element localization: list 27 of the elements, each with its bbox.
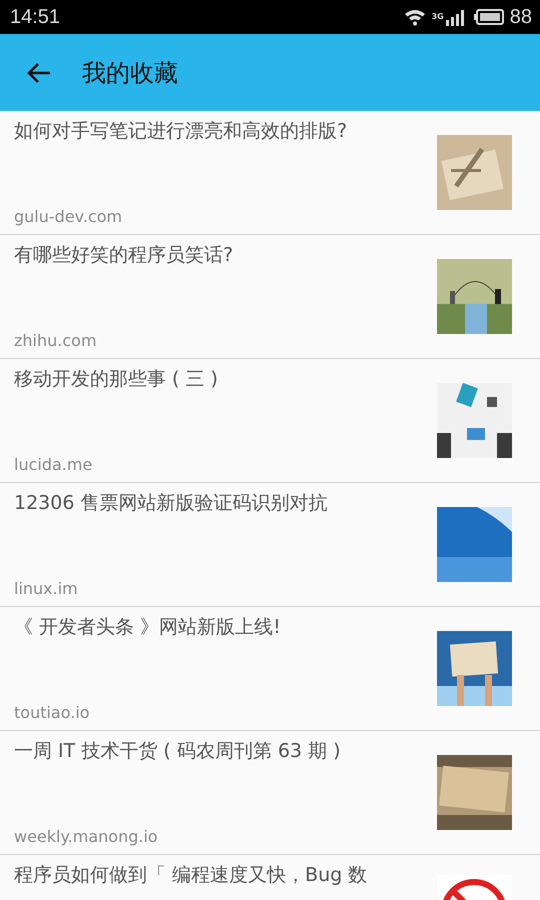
favorite-item[interactable]: 程序员如何做到「 编程速度又快，Bug 数 — [0, 855, 540, 900]
favorite-item[interactable]: 《 开发者头条 》网站新版上线! toutiao.io — [0, 607, 540, 731]
clock: 14:51 — [10, 6, 60, 28]
item-source: linux.im — [14, 579, 79, 598]
network-type: 3G — [432, 12, 444, 20]
item-title: 12306 售票网站新版验证码识别对抗 — [14, 491, 328, 516]
item-source: toutiao.io — [14, 703, 91, 722]
item-title: 如何对手写笔记进行漂亮和高效的排版? — [14, 119, 348, 144]
item-source: weekly.manong.io — [14, 827, 159, 846]
item-source: lucida.me — [14, 455, 94, 474]
item-source: zhihu.com — [14, 331, 98, 350]
item-title: 程序员如何做到「 编程速度又快，Bug 数 — [14, 863, 368, 888]
item-title: 一周 IT 技术干货 ( 码农周刊第 63 期 ) — [14, 739, 342, 764]
item-title: 《 开发者头条 》网站新版上线! — [14, 615, 282, 640]
wifi-icon — [404, 8, 426, 26]
favorite-item[interactable]: 一周 IT 技术干货 ( 码农周刊第 63 期 ) weekly.manong.io — [0, 731, 540, 855]
battery-level: 88 — [510, 6, 532, 28]
item-source: gulu-dev.com — [14, 207, 124, 226]
favorite-item[interactable]: 有哪些好笑的程序员笑话? zhihu.com — [0, 235, 540, 359]
item-title: 移动开发的那些事 ( 三 ) — [14, 367, 219, 392]
item-title: 有哪些好笑的程序员笑话? — [14, 243, 234, 268]
page-title: 我的收藏 — [82, 58, 178, 88]
favorite-item[interactable]: 移动开发的那些事 ( 三 ) lucida.me — [0, 359, 540, 483]
favorite-item[interactable]: 如何对手写笔记进行漂亮和高效的排版? gulu-dev.com — [0, 111, 540, 235]
favorite-item[interactable]: 12306 售票网站新版验证码识别对抗 linux.im — [0, 483, 540, 607]
battery-icon — [474, 9, 504, 25]
back-arrow-icon[interactable] — [26, 62, 52, 84]
